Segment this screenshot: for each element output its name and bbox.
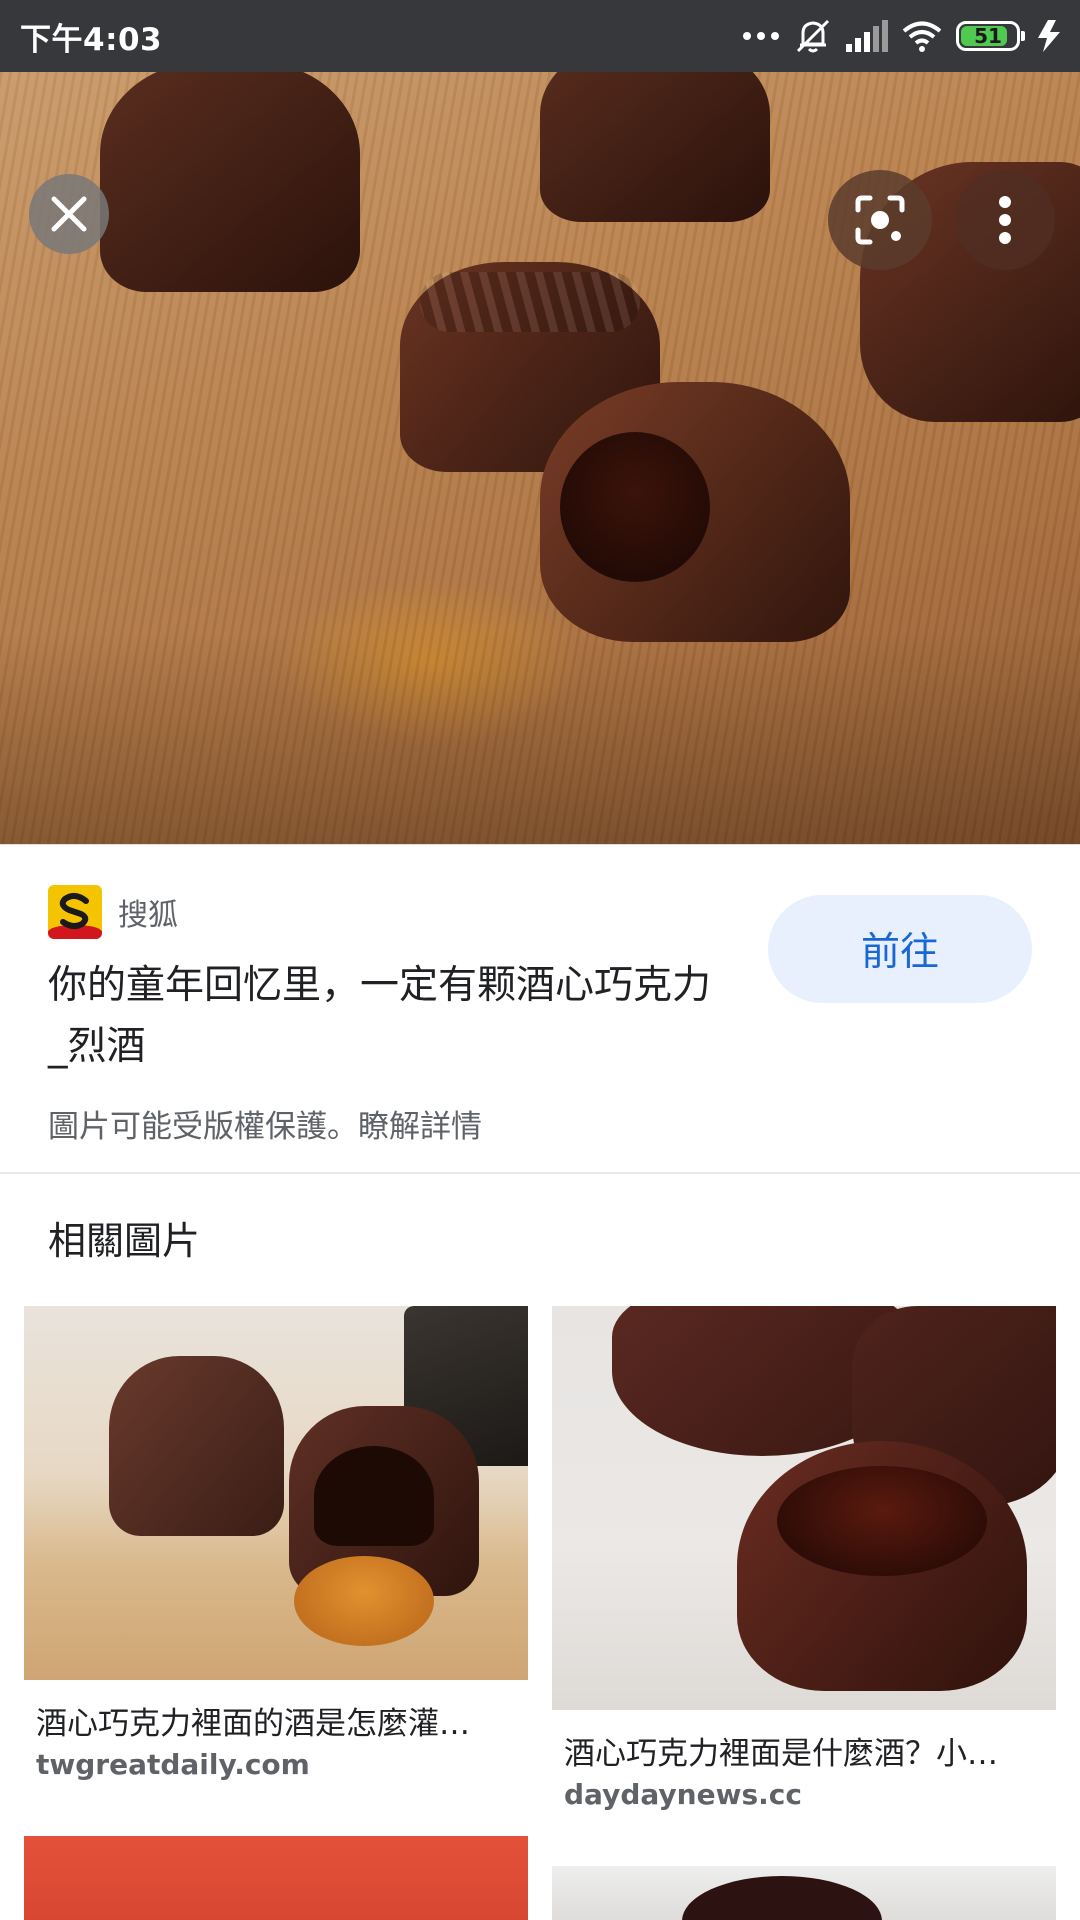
close-icon [51, 196, 87, 232]
close-button[interactable] [29, 174, 109, 254]
chocolate-bitten [540, 382, 850, 642]
section-divider [0, 1172, 1080, 1174]
related-image-card[interactable] [24, 1836, 528, 1920]
mute-icon [796, 19, 830, 53]
related-domain: daydaynews.cc [564, 1778, 802, 1811]
result-title[interactable]: 你的童年回忆里，一定有颗酒心巧克力_烈酒 [48, 955, 728, 1077]
lens-icon [855, 195, 905, 245]
related-caption[interactable]: 酒心巧克力裡面是什麼酒？小… [564, 1728, 1054, 1773]
more-options-button[interactable] [955, 170, 1055, 270]
related-images-heading: 相關圖片 [48, 1219, 201, 1263]
battery-icon: 51 [956, 21, 1025, 51]
status-time: 下午4:03 [20, 21, 163, 58]
related-image-card[interactable]: 酒心巧克力裡面是什麼酒？小… daydaynews.cc [552, 1306, 1056, 1816]
copyright-text: 圖片可能受版權保護。 [48, 1109, 358, 1145]
lens-search-button[interactable] [828, 170, 932, 270]
related-image-card[interactable]: 酒心巧克力裡面的酒是怎麼灌… twgreatdaily.com [24, 1306, 528, 1786]
battery-percent: 51 [974, 24, 1002, 48]
result-info-card: 搜狐 你的童年回忆里，一定有颗酒心巧克力_烈酒 前往 圖片可能受版權保護。瞭解詳… [0, 844, 1080, 1174]
charging-icon [1038, 20, 1060, 52]
related-domain: twgreatdaily.com [36, 1748, 310, 1781]
board-edge [0, 632, 1080, 844]
visit-button[interactable]: 前往 [768, 895, 1032, 1003]
related-thumbnail[interactable] [552, 1306, 1056, 1710]
sohu-s-icon [59, 893, 89, 930]
related-thumbnail[interactable] [24, 1836, 528, 1920]
sohu-logo [48, 885, 102, 939]
chocolate-piece [100, 72, 360, 292]
wifi-icon [902, 21, 942, 52]
more-dots-icon [743, 32, 779, 40]
chocolate-ridges [420, 272, 640, 332]
source-row[interactable]: 搜狐 [48, 885, 178, 939]
signal-icon [846, 20, 888, 52]
hero-image[interactable] [0, 72, 1080, 844]
related-thumbnail[interactable] [552, 1866, 1056, 1920]
related-thumbnail[interactable] [24, 1306, 528, 1680]
chocolate-piece [109, 1356, 284, 1536]
chocolate-piece [540, 72, 770, 222]
more-vert-icon [999, 196, 1011, 244]
copyright-notice: 圖片可能受版權保護。瞭解詳情 [48, 1101, 482, 1146]
chocolate-bitten [737, 1441, 1027, 1691]
related-caption[interactable]: 酒心巧克力裡面的酒是怎麼灌… [36, 1698, 526, 1743]
related-image-card[interactable] [552, 1866, 1056, 1920]
source-name: 搜狐 [118, 898, 178, 933]
learn-more-link[interactable]: 瞭解詳情 [358, 1109, 482, 1145]
liquor-spill [294, 1556, 434, 1646]
status-bar: 下午4:03 51 [0, 0, 1080, 72]
status-icons: 51 [742, 18, 1064, 54]
